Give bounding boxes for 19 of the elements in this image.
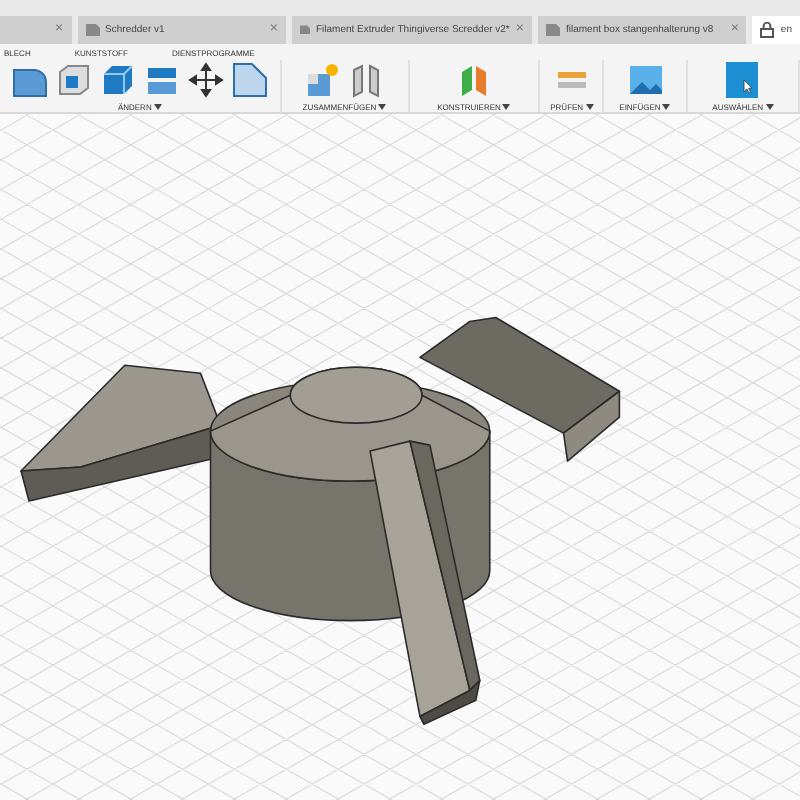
shell-icon[interactable] [55, 61, 92, 98]
caret-icon [502, 103, 511, 110]
document-icon [85, 22, 100, 37]
lock-icon [760, 21, 775, 38]
cube-icon[interactable] [99, 61, 136, 98]
document-icon [545, 22, 560, 37]
caret-icon [662, 103, 671, 110]
cursor-icon[interactable] [726, 61, 759, 98]
joint-icon[interactable] [304, 61, 341, 98]
caret-icon [378, 103, 387, 110]
caret-icon [585, 103, 594, 110]
move-icon[interactable] [187, 61, 224, 98]
rigid-joint-icon[interactable] [348, 61, 385, 98]
caret-icon [765, 103, 774, 110]
document-icon [299, 22, 310, 37]
image-icon[interactable] [627, 61, 663, 98]
plane-icon[interactable] [456, 61, 492, 98]
caret-icon [153, 103, 162, 110]
chamfer-icon[interactable] [231, 61, 268, 98]
